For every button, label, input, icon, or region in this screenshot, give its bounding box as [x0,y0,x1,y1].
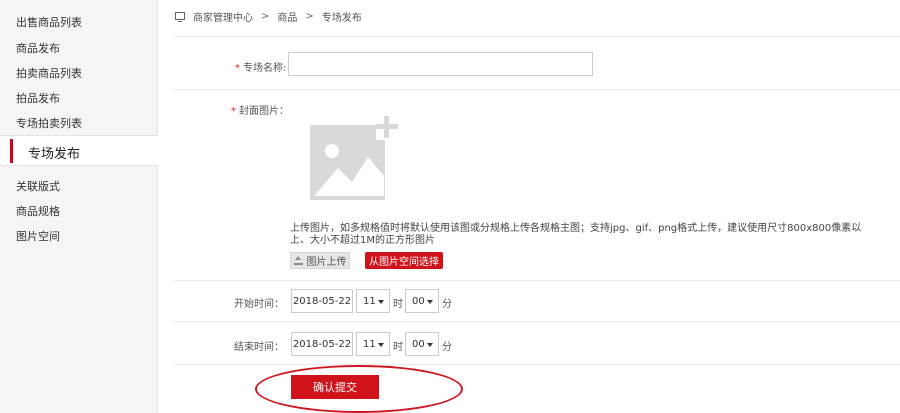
sidebar-item-special-auction-list[interactable]: 专场拍卖列表 [16,115,82,131]
hour-unit-label: 时 [393,299,403,310]
special-name-input[interactable] [288,52,593,76]
end-minute-value: 00 [412,338,425,350]
sidebar-item-product-publish[interactable]: 商品发布 [16,40,60,56]
upload-help-text: 上传图片，如多规格值时将默认使用该图或分规格上传各规格主图；支持jpg、gif、… [290,223,862,246]
sidebar-item-auction-list[interactable]: 拍卖商品列表 [16,65,82,81]
required-mark: * [231,106,236,117]
end-hour-value: 11 [363,338,376,350]
divider [172,89,900,90]
sidebar: 出售商品列表 商品发布 拍卖商品列表 拍品发布 专场拍卖列表 专场发布 关联版式… [0,0,158,413]
chevron-down-icon [378,300,384,304]
start-minute-select[interactable]: 00 [405,289,439,313]
sidebar-item-sale-list[interactable]: 出售商品列表 [16,14,82,30]
chevron-down-icon [378,343,384,347]
minute-unit-label: 分 [442,299,452,310]
active-indicator [10,139,13,163]
breadcrumb-goods[interactable]: 商品 [277,9,297,24]
divider [172,36,900,37]
chevron-down-icon [427,300,433,304]
start-minute-value: 00 [412,295,425,307]
end-minute-select[interactable]: 00 [405,332,439,356]
required-mark: * [235,63,240,74]
upload-icon [293,256,303,265]
breadcrumb-separator: > [305,10,314,22]
sidebar-item-product-spec[interactable]: 商品规格 [16,203,60,219]
start-hour-value: 11 [363,295,376,307]
sidebar-item-lot-publish[interactable]: 拍品发布 [16,90,60,106]
breadcrumb-separator: > [261,10,270,22]
end-hour-select[interactable]: 11 [356,332,390,356]
cover-image-label: * 封面图片： [231,106,289,117]
sidebar-item-special-publish[interactable]: 专场发布 [0,135,158,166]
sidebar-item-image-space[interactable]: 图片空间 [16,228,60,244]
breadcrumb-home[interactable]: 商家管理中心 [193,9,253,24]
upload-image-button[interactable]: 图片上传 [290,252,350,269]
end-date-input[interactable]: 2018-05-22 [291,332,353,356]
start-hour-select[interactable]: 11 [356,289,390,313]
divider [172,280,900,281]
end-time-label: 结束时间： [234,342,284,353]
sidebar-item-linked-layout[interactable]: 关联版式 [16,178,60,194]
divider [172,364,900,365]
hour-unit-label: 时 [393,342,403,353]
sidebar-item-label: 专场发布 [28,147,81,162]
choose-from-space-button[interactable]: 从图片空间选择 [365,252,443,269]
start-time-label: 开始时间： [234,299,284,310]
upload-button-label: 图片上传 [306,257,347,268]
start-date-input[interactable]: 2018-05-22 [291,289,353,313]
breadcrumb-current: 专场发布 [321,12,362,24]
highlight-annotation [255,365,463,413]
divider [172,321,900,322]
minute-unit-label: 分 [442,342,452,353]
image-placeholder-icon[interactable] [310,112,398,200]
breadcrumb: 商家管理中心 > 商品 > 专场发布 [175,9,362,24]
monitor-icon [175,12,185,22]
special-name-label: * 专场名称: [235,63,287,74]
chevron-down-icon [427,343,433,347]
